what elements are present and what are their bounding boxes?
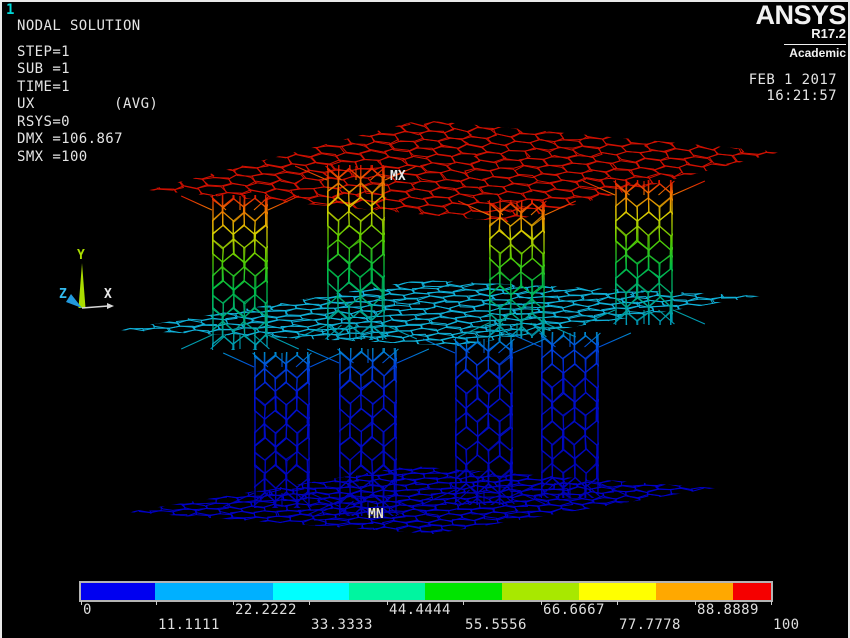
lower-tube-junction-bonds [509, 333, 631, 497]
max-value-marker: MX [390, 169, 406, 184]
lower-nanotube [518, 306, 631, 544]
lower-nanotube [432, 312, 545, 550]
top-graphene-sheet [65, 86, 850, 255]
lower-nanotube [232, 327, 341, 557]
bottom-graphene-sheet [83, 444, 773, 556]
min-value-marker: MN [368, 507, 384, 522]
middle-graphene-sheet [62, 253, 829, 374]
ansys-graphics-window: 1 NODAL SOLUTIONSTEP=1SUB =1TIME=1UX (AV… [0, 0, 850, 638]
model-viewport[interactable]: MX MN [0, 0, 850, 638]
